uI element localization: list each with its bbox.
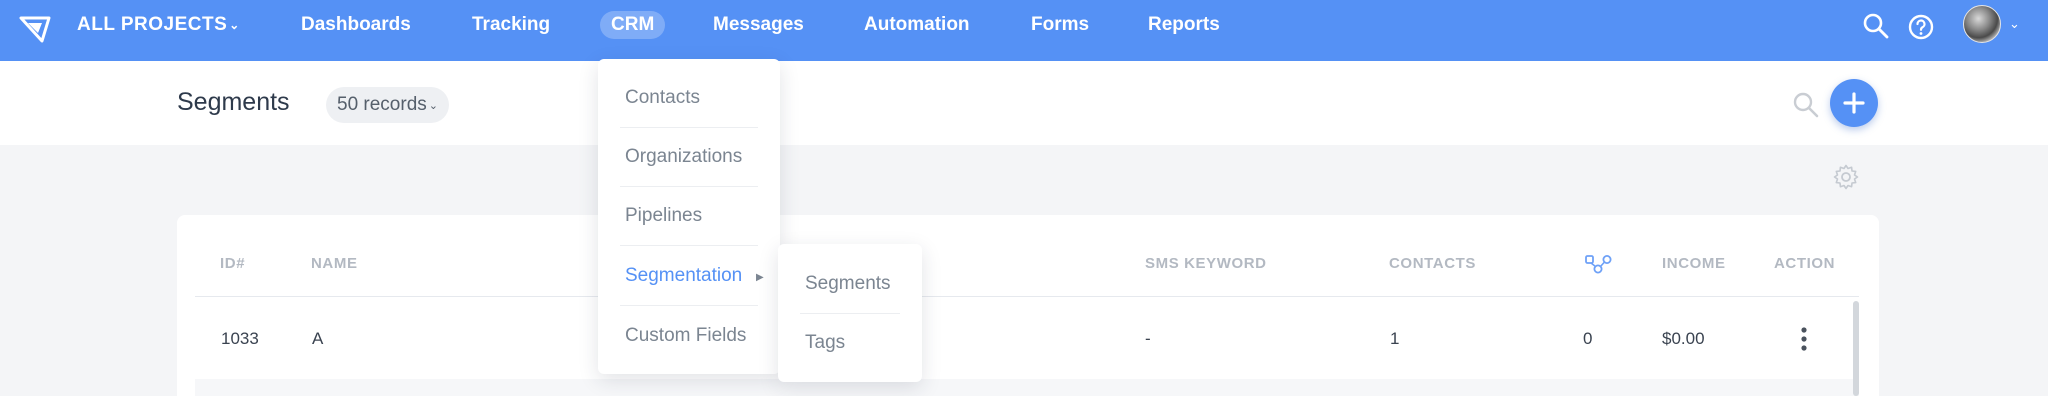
submenu-item-segments[interactable]: Segments: [805, 273, 891, 295]
column-header-sms-keyword[interactable]: SMS KEYWORD: [1145, 255, 1267, 272]
divider: [620, 305, 758, 306]
divider: [620, 127, 758, 128]
divider: [620, 245, 758, 246]
cell-sms-keyword: -: [1145, 329, 1151, 348]
top-navigation-bar: ALL PROJECTS ⌄ Dashboards Tracking CRM M…: [0, 0, 2048, 61]
segments-table: ID# NAME SMS KEYWORD CONTACTS INCOME ACT…: [177, 215, 1879, 396]
crm-dropdown-menu: Contacts Organizations Pipelines Segment…: [598, 59, 780, 374]
avatar: [1963, 5, 2001, 43]
search-icon[interactable]: [1792, 91, 1820, 119]
search-icon[interactable]: [1862, 12, 1890, 40]
chevron-down-icon: ⌄: [2009, 16, 2020, 31]
gear-icon[interactable]: [1832, 163, 1860, 191]
cell-name[interactable]: A: [312, 329, 323, 349]
column-header-action: ACTION: [1774, 255, 1836, 272]
nav-forms[interactable]: Forms: [1031, 14, 1089, 36]
cell-contacts[interactable]: 1: [1390, 329, 1399, 349]
menu-item-segmentation[interactable]: Segmentation: [625, 265, 742, 287]
divider: [800, 313, 900, 314]
nav-reports[interactable]: Reports: [1148, 14, 1220, 36]
segmentation-submenu: Segments Tags: [778, 244, 922, 382]
brand-logo-icon[interactable]: [18, 11, 52, 45]
cell-automations: 0: [1583, 329, 1593, 348]
automation-icon[interactable]: [1584, 253, 1612, 275]
add-segment-button[interactable]: [1830, 79, 1878, 127]
menu-item-pipelines[interactable]: Pipelines: [625, 205, 702, 227]
column-header-name[interactable]: NAME: [311, 255, 358, 272]
menu-item-custom-fields[interactable]: Custom Fields: [625, 325, 746, 347]
cell-income: $0.00: [1662, 329, 1705, 348]
divider: [620, 186, 758, 187]
records-count-selector[interactable]: 50 records ⌄: [326, 87, 449, 123]
menu-item-contacts[interactable]: Contacts: [625, 87, 700, 109]
chevron-down-icon: ⌄: [428, 99, 438, 112]
column-header-id[interactable]: ID#: [220, 255, 245, 272]
more-vertical-icon[interactable]: [1797, 325, 1811, 353]
caret-right-icon: ▶: [756, 272, 764, 283]
plus-icon: [1843, 92, 1865, 114]
help-icon[interactable]: [1907, 13, 1935, 41]
project-switcher[interactable]: ALL PROJECTS ⌄: [77, 14, 240, 36]
column-header-contacts[interactable]: CONTACTS: [1389, 255, 1476, 272]
menu-item-organizations[interactable]: Organizations: [625, 146, 742, 168]
nav-dashboards[interactable]: Dashboards: [301, 14, 411, 36]
column-header-income[interactable]: INCOME: [1662, 255, 1726, 272]
nav-automation[interactable]: Automation: [864, 14, 970, 36]
nav-tracking[interactable]: Tracking: [472, 14, 550, 36]
user-menu[interactable]: ⌄: [1963, 5, 2020, 43]
nav-messages[interactable]: Messages: [713, 14, 804, 36]
page-header: Segments 50 records ⌄: [0, 61, 2048, 145]
page-title: Segments: [177, 88, 290, 116]
chevron-down-icon: ⌄: [229, 18, 240, 32]
vertical-scrollbar[interactable]: [1853, 301, 1859, 396]
nav-crm[interactable]: CRM: [600, 11, 666, 39]
submenu-item-tags[interactable]: Tags: [805, 332, 845, 354]
project-switcher-label: ALL PROJECTS: [77, 14, 228, 35]
records-count-label: 50 records: [337, 94, 427, 115]
divider: [195, 296, 1859, 297]
cell-id: 1033: [221, 329, 259, 348]
table-row: [195, 379, 1859, 396]
